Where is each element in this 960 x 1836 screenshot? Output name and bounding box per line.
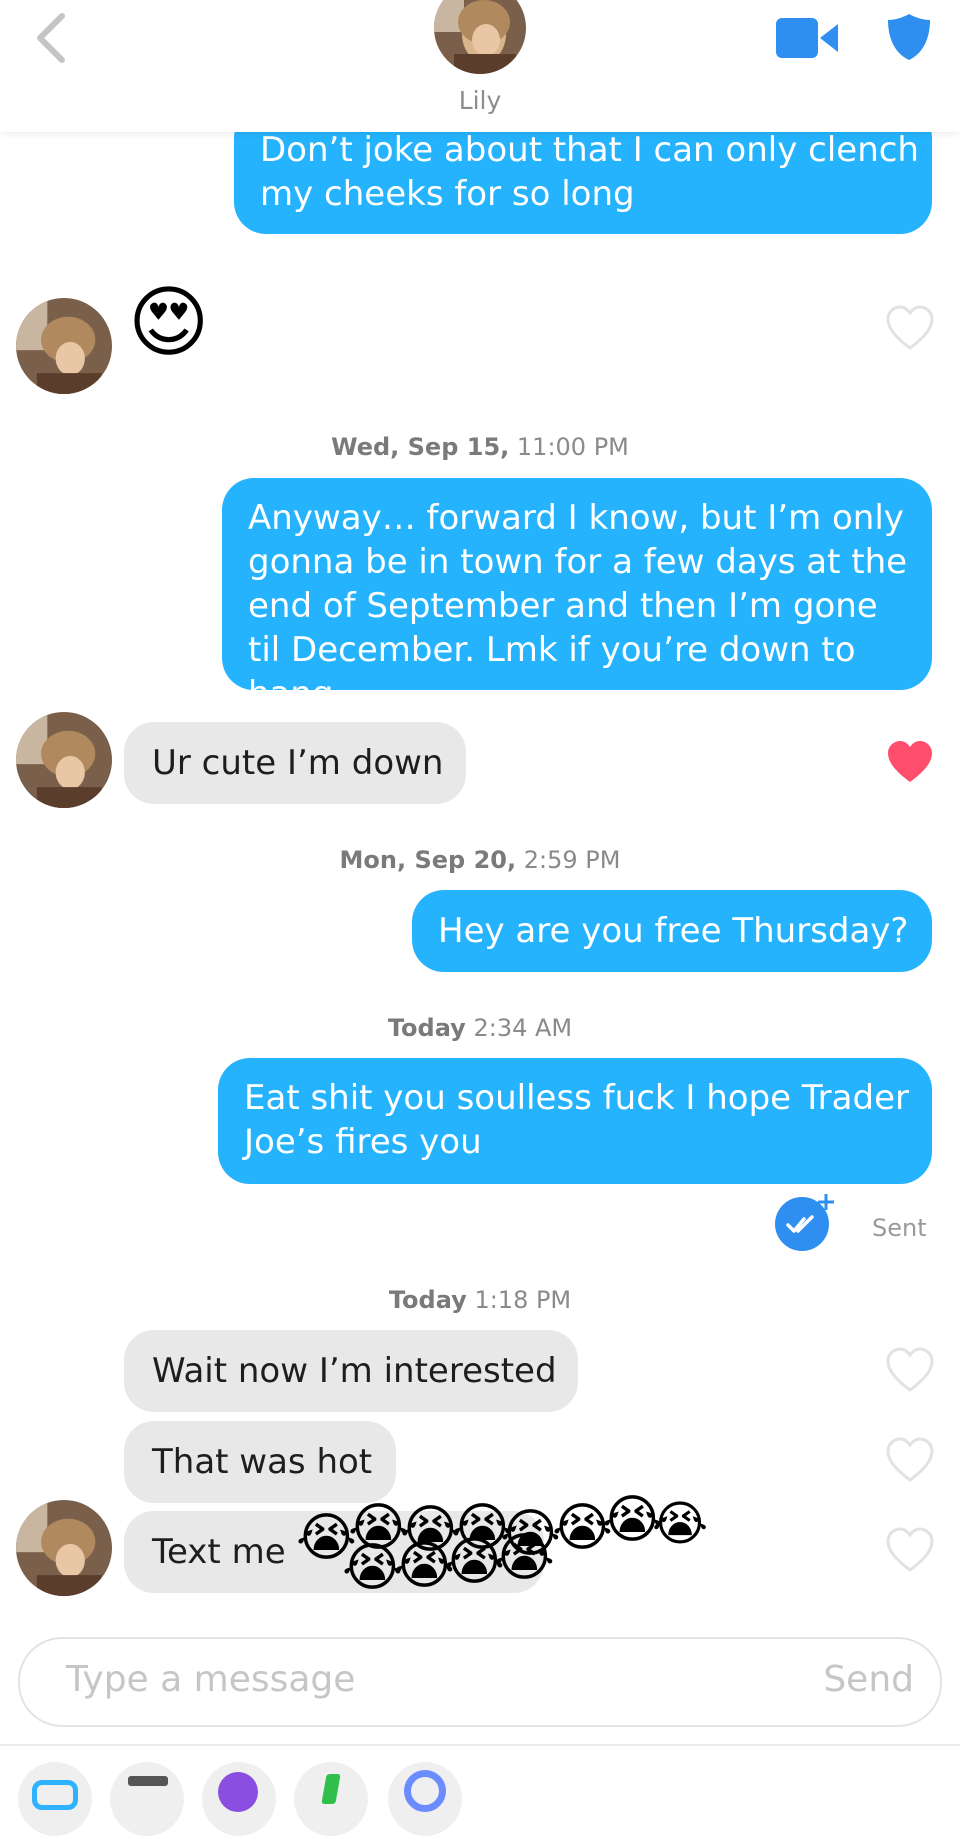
timestamp-time: 11:00 PM	[516, 433, 629, 461]
timestamp-time: 1:18 PM	[474, 1286, 572, 1314]
timestamp-day: Mon, Sep 20,	[339, 846, 517, 874]
timestamp-day: Today	[388, 1286, 467, 1314]
crying-emoji: 😭	[552, 1498, 613, 1558]
incoming-message[interactable]: Wait now I’m interested	[124, 1330, 578, 1412]
timestamp-time: 2:59 PM	[523, 846, 621, 874]
incoming-message[interactable]: Text me	[124, 1511, 544, 1593]
liked-heart-icon[interactable]	[885, 738, 935, 788]
message-text: That was hot	[152, 1442, 373, 1482]
crying-emoji: 😭	[602, 1490, 663, 1550]
timestamp-time: 2:34 AM	[473, 1014, 573, 1042]
gif-icon[interactable]	[110, 1762, 184, 1836]
contact-avatar[interactable]	[16, 298, 112, 394]
message-text: Eat shit you soulless fuck I hope Trader…	[244, 1078, 909, 1162]
timestamp: Wed, Sep 15, 11:00 PM	[0, 433, 960, 461]
emoji-message[interactable]: 😍	[128, 278, 209, 368]
like-heart-icon[interactable]	[885, 304, 935, 354]
back-chevron-left-icon[interactable]	[32, 10, 72, 66]
timestamp-day: Today	[387, 1014, 466, 1042]
outgoing-message[interactable]: Anyway… forward I know, but I’m only gon…	[222, 478, 932, 714]
timestamp: Today 1:18 PM	[0, 1286, 960, 1314]
music-icon[interactable]	[294, 1762, 368, 1836]
timestamp: Today 2:34 AM	[0, 1014, 960, 1042]
incoming-message[interactable]: Ur cute I’m down	[124, 722, 466, 804]
video-camera-icon[interactable]	[776, 18, 838, 58]
shield-icon[interactable]	[886, 12, 932, 62]
incoming-message[interactable]: That was hot	[124, 1421, 396, 1503]
like-heart-icon[interactable]	[885, 1436, 935, 1486]
message-text: Anyway… forward I know, but I’m only gon…	[248, 498, 908, 714]
crying-emoji: 😭	[652, 1496, 709, 1552]
divider	[0, 1744, 960, 1746]
moon-icon[interactable]	[202, 1762, 276, 1836]
outgoing-message[interactable]: Hey are you free Thursday?	[412, 890, 932, 972]
send-button[interactable]: Send	[823, 1659, 914, 1700]
timestamp: Mon, Sep 20, 2:59 PM	[0, 846, 960, 874]
like-heart-icon[interactable]	[885, 1346, 935, 1396]
timestamp-day: Wed, Sep 15,	[331, 433, 510, 461]
message-composer[interactable]: Type a message Send	[18, 1637, 942, 1727]
contact-avatar[interactable]	[16, 1500, 112, 1596]
chat-tray-icon[interactable]	[18, 1762, 92, 1836]
message-text: Ur cute I’m down	[152, 743, 444, 783]
contact-avatar[interactable]	[16, 712, 112, 808]
location-icon[interactable]	[388, 1762, 462, 1836]
message-text: Wait now I’m interested	[152, 1351, 557, 1391]
chat-header: Lily	[0, 0, 960, 132]
like-heart-icon[interactable]	[885, 1526, 935, 1576]
contact-name[interactable]: Lily	[0, 86, 960, 115]
read-receipt-icon[interactable]	[774, 1192, 834, 1252]
sent-status: Sent	[872, 1214, 927, 1242]
message-text: Hey are you free Thursday?	[438, 911, 909, 951]
contact-avatar[interactable]	[434, 0, 526, 74]
outgoing-message[interactable]: Eat shit you soulless fuck I hope Trader…	[218, 1058, 932, 1184]
message-text: Don’t joke about that I can only clench …	[260, 130, 919, 214]
message-text: Text me	[152, 1532, 286, 1572]
message-input-placeholder[interactable]: Type a message	[66, 1659, 355, 1700]
